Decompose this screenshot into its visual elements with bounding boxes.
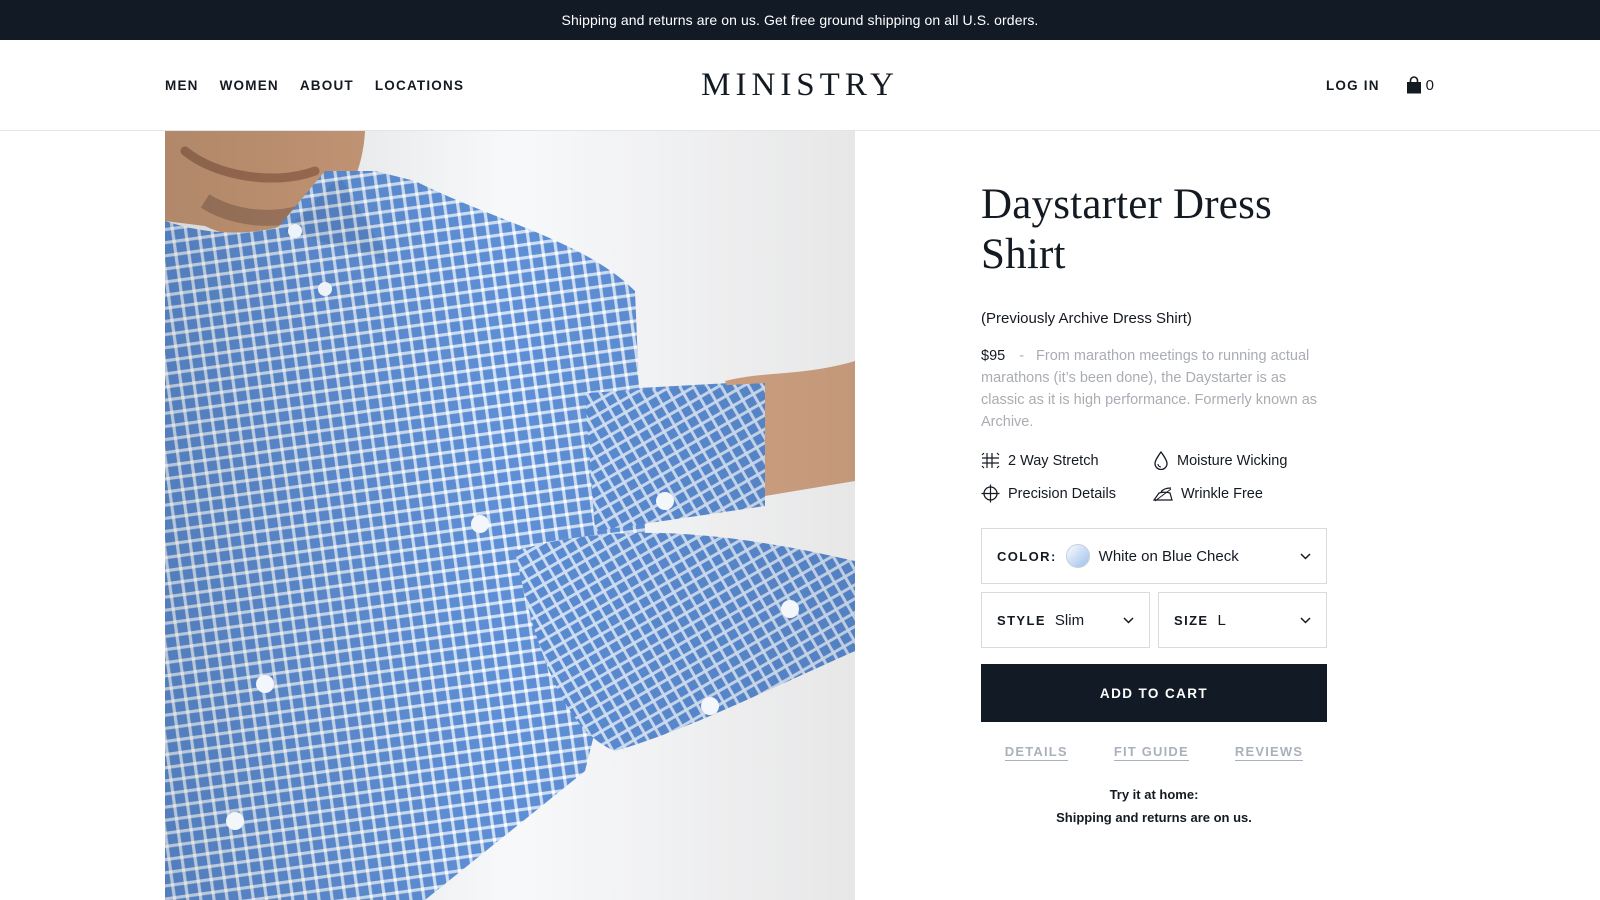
add-to-cart-button[interactable]: ADD TO CART [981, 664, 1327, 722]
nav-locations[interactable]: LOCATIONS [375, 78, 464, 93]
chevron-down-icon [1300, 552, 1311, 560]
color-select[interactable]: COLOR: White on Blue Check [981, 528, 1327, 584]
size-select[interactable]: SIZE L [1158, 592, 1327, 648]
product-image [165, 131, 855, 900]
product-tabs: DETAILS FIT GUIDE REVIEWS [981, 744, 1327, 761]
feature-item: Wrinkle Free [1153, 484, 1325, 503]
feature-label: Wrinkle Free [1181, 485, 1263, 502]
account-nav: LOG IN 0 [1326, 40, 1434, 130]
feature-item: 2 Way Stretch [981, 451, 1153, 470]
site-header: MEN WOMEN ABOUT LOCATIONS MINISTRY LOG I… [0, 40, 1600, 131]
tab-fit-guide[interactable]: FIT GUIDE [1113, 744, 1189, 761]
try-at-home-note: Try it at home: Shipping and returns are… [981, 783, 1327, 829]
feature-label: 2 Way Stretch [1008, 452, 1099, 469]
nav-women[interactable]: WOMEN [220, 78, 279, 93]
price-separator: - [1019, 348, 1025, 364]
color-label: COLOR: [997, 548, 1057, 564]
promo-banner: Shipping and returns are on us. Get free… [0, 0, 1600, 40]
crosshair-icon [981, 484, 1000, 503]
style-label: STYLE [997, 612, 1046, 628]
chevron-down-icon [1123, 616, 1134, 624]
style-size-row: STYLE Slim SIZE L [981, 592, 1327, 648]
product-description: From marathon meetings to running actual… [981, 348, 1318, 430]
feature-label: Precision Details [1008, 485, 1116, 502]
product-description-block: $95- From marathon meetings to running ac… [981, 345, 1327, 433]
feature-label: Moisture Wicking [1177, 452, 1288, 469]
feature-item: Moisture Wicking [1153, 451, 1325, 470]
try-home-text: Shipping and returns are on us. [1056, 810, 1252, 825]
size-value: L [1217, 611, 1226, 629]
chevron-down-icon [1300, 616, 1311, 624]
primary-nav: MEN WOMEN ABOUT LOCATIONS [165, 40, 464, 130]
feature-list: 2 Way Stretch Moisture Wicking Precision… [981, 451, 1327, 503]
product-panel: Daystarter Dress Shirt (Previously Archi… [981, 180, 1327, 829]
try-home-heading: Try it at home: [1109, 787, 1199, 802]
color-swatch [1065, 544, 1090, 568]
iron-icon [1153, 486, 1173, 501]
size-label: SIZE [1174, 612, 1209, 628]
color-value: White on Blue Check [1098, 547, 1239, 565]
cart-count: 0 [1425, 76, 1434, 94]
nav-men[interactable]: MEN [165, 78, 199, 93]
feature-item: Precision Details [981, 484, 1153, 503]
shopping-bag-icon [1406, 76, 1421, 94]
droplet-icon [1154, 451, 1168, 470]
stretch-grid-icon [981, 452, 1000, 469]
login-link[interactable]: LOG IN [1326, 78, 1380, 93]
style-value: Slim [1054, 611, 1085, 629]
promo-text: Shipping and returns are on us. Get free… [561, 12, 1039, 28]
product-price: $95 [981, 348, 1006, 364]
shirt-photo-illustration [165, 131, 855, 900]
style-select[interactable]: STYLE Slim [981, 592, 1150, 648]
brand-logo[interactable]: MINISTRY [700, 40, 900, 130]
cart-button[interactable]: 0 [1406, 76, 1434, 94]
tab-reviews[interactable]: REVIEWS [1234, 744, 1304, 761]
product-title: Daystarter Dress Shirt [981, 181, 1272, 278]
product-subtitle: (Previously Archive Dress Shirt) [981, 310, 1192, 327]
nav-about[interactable]: ABOUT [300, 78, 354, 93]
tab-details[interactable]: DETAILS [1004, 744, 1068, 761]
